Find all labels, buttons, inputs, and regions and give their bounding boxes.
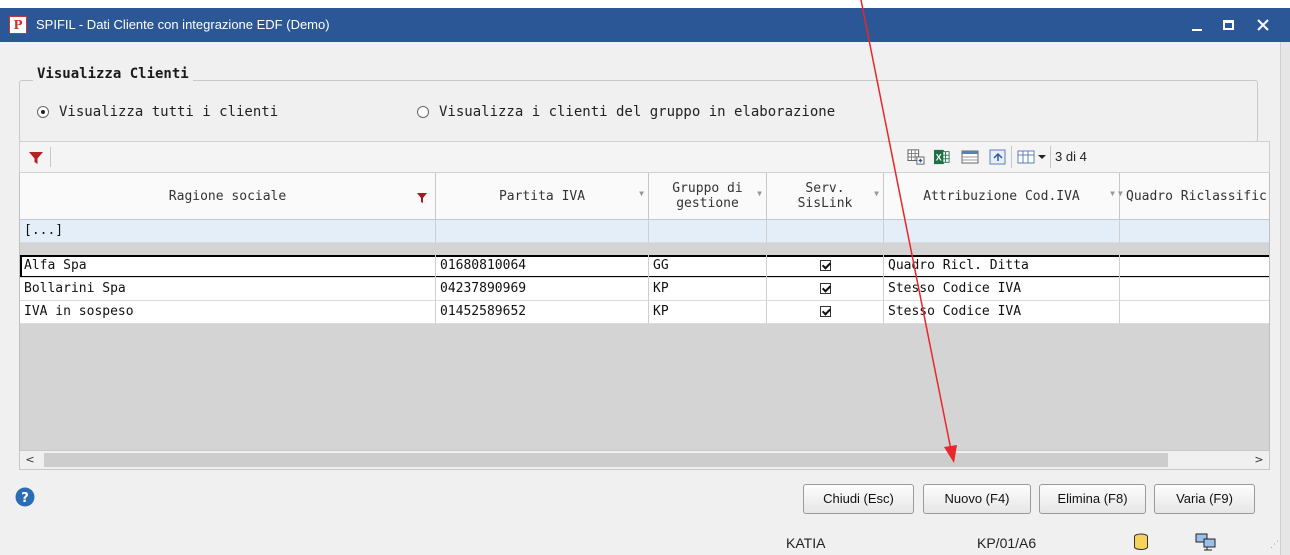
radio-group-clients[interactable]: Visualizza i clienti del gruppo in elabo… xyxy=(417,104,835,120)
cell-gruppo[interactable]: GG xyxy=(649,255,767,278)
excel-icon[interactable]: X xyxy=(933,149,951,165)
cell-ragione-sociale[interactable]: Alfa Spa xyxy=(20,255,436,278)
filter-cell[interactable]: [...] xyxy=(20,220,436,243)
table-view-icon[interactable] xyxy=(961,149,979,165)
clients-grid: Ragione sociale Partita IVA ▼ Gruppo di … xyxy=(19,173,1270,450)
maximize-icon xyxy=(1223,20,1234,30)
cell-sislink[interactable] xyxy=(767,278,884,301)
delete-button[interactable]: Elimina (F8) xyxy=(1039,484,1146,514)
cell-quadro[interactable] xyxy=(1120,255,1269,278)
title-bar: P SPIFIL - Dati Cliente con integrazione… xyxy=(0,8,1290,42)
col-header-serv-sislink[interactable]: Serv. SisLink ▼ xyxy=(767,173,884,220)
status-user: KATIA xyxy=(786,535,826,551)
svg-text:?: ? xyxy=(21,491,29,506)
table-row[interactable]: Bollarini Spa 04237890969 KP Stesso Codi… xyxy=(20,278,1269,301)
radio-all-clients-label: Visualizza tutti i clienti xyxy=(59,104,279,120)
filter-row[interactable]: [...] xyxy=(20,220,1269,243)
status-context: KP/01/A6 xyxy=(977,535,1037,551)
filter-cell[interactable] xyxy=(436,220,649,243)
col-header-ragione-sociale[interactable]: Ragione sociale xyxy=(20,173,436,220)
app-logo-icon: P xyxy=(9,16,27,34)
minimize-button[interactable] xyxy=(1182,12,1212,38)
cell-partita-iva[interactable]: 01680810064 xyxy=(436,255,649,278)
cell-sislink[interactable] xyxy=(767,255,884,278)
cell-partita-iva[interactable]: 04237890969 xyxy=(436,278,649,301)
toolbar-separator-3 xyxy=(1050,146,1051,168)
database-icon xyxy=(1134,533,1148,550)
filter-cell[interactable] xyxy=(649,220,767,243)
col-header-label: Attribuzione Cod.IVA xyxy=(923,188,1080,204)
cell-ragione-sociale[interactable]: Bollarini Spa xyxy=(20,278,436,301)
sislink-checkbox[interactable] xyxy=(819,283,831,294)
col-header-label: Gruppo di gestione xyxy=(672,181,743,211)
cell-partita-iva[interactable]: 01452589652 xyxy=(436,301,649,324)
filter-cell[interactable] xyxy=(884,220,1120,243)
dropdown-icon: ▼ xyxy=(874,189,879,198)
table-row[interactable]: IVA in sospeso 01452589652 KP Stesso Cod… xyxy=(20,301,1269,324)
col-header-label: Partita IVA xyxy=(498,188,586,204)
scroll-left-button[interactable]: < xyxy=(20,451,40,469)
scroll-right-button[interactable]: > xyxy=(1249,451,1269,469)
col-header-label: Ragione sociale xyxy=(168,188,287,204)
edit-button[interactable]: Varia (F9) xyxy=(1154,484,1255,514)
filter-icon[interactable] xyxy=(28,150,44,166)
close-icon xyxy=(1257,19,1269,31)
cell-quadro[interactable] xyxy=(1120,301,1269,324)
cell-sislink[interactable] xyxy=(767,301,884,324)
sislink-checkbox[interactable] xyxy=(819,306,831,317)
window-title: SPIFIL - Dati Cliente con integrazione E… xyxy=(36,17,330,32)
cell-gruppo[interactable]: KP xyxy=(649,301,767,324)
maximize-button[interactable] xyxy=(1214,12,1244,38)
group-title: Visualizza Clienti xyxy=(33,66,193,82)
dropdown-icon: ▼ xyxy=(639,189,644,198)
help-icon[interactable]: ? xyxy=(15,487,35,507)
dropdown-icon: ▼ xyxy=(1118,189,1123,198)
radio-unselected-indicator xyxy=(417,106,429,118)
col-header-quadro[interactable]: ▼ Quadro Riclassific xyxy=(1118,173,1269,220)
filter-cell[interactable] xyxy=(767,220,884,243)
dropdown-icon: ▼ xyxy=(757,189,762,198)
export-grid-icon[interactable] xyxy=(906,149,926,165)
cell-ragione-sociale[interactable]: IVA in sospeso xyxy=(20,301,436,324)
column-chooser-icon[interactable] xyxy=(1017,149,1047,165)
col-header-label: Quadro Riclassific xyxy=(1126,188,1267,204)
horizontal-scrollbar[interactable]: < > xyxy=(19,450,1270,470)
column-filter-active-icon[interactable] xyxy=(417,192,427,204)
col-header-gruppo-gestione[interactable]: Gruppo di gestione ▼ xyxy=(649,173,767,220)
cell-quadro[interactable] xyxy=(1120,278,1269,301)
col-header-label: Serv. SisLink xyxy=(797,181,853,211)
toolbar-separator-2 xyxy=(1011,146,1012,168)
radio-all-clients[interactable]: Visualizza tutti i clienti xyxy=(37,104,278,120)
network-icon xyxy=(1195,533,1216,551)
radio-selected-indicator xyxy=(37,106,49,118)
cell-attribuzione[interactable]: Quadro Ricl. Ditta xyxy=(884,255,1120,278)
cell-attribuzione[interactable]: Stesso Codice IVA xyxy=(884,301,1120,324)
cell-attribuzione[interactable]: Stesso Codice IVA xyxy=(884,278,1120,301)
table-row[interactable]: Alfa Spa 01680810064 GG Quadro Ricl. Dit… xyxy=(20,255,1269,278)
close-window-button[interactable] xyxy=(1248,12,1278,38)
close-button[interactable]: Chiudi (Esc) xyxy=(803,484,914,514)
new-button[interactable]: Nuovo (F4) xyxy=(923,484,1031,514)
scroll-thumb[interactable] xyxy=(44,453,1168,467)
resize-grip-icon[interactable]: ⋰ xyxy=(1270,540,1279,550)
sislink-checkbox[interactable] xyxy=(819,260,831,271)
svg-text:X: X xyxy=(936,153,942,163)
radio-group-clients-label: Visualizza i clienti del gruppo in elabo… xyxy=(439,104,836,120)
refresh-icon[interactable] xyxy=(989,149,1007,165)
cell-gruppo[interactable]: KP xyxy=(649,278,767,301)
col-header-attribuzione[interactable]: Attribuzione Cod.IVA ▼ xyxy=(884,173,1120,220)
dropdown-icon: ▼ xyxy=(1110,189,1115,198)
toolbar-separator xyxy=(50,147,51,167)
minimize-icon xyxy=(1192,29,1202,31)
record-counter: 3 di 4 xyxy=(1055,149,1087,164)
filter-cell[interactable] xyxy=(1120,220,1269,243)
col-header-partita-iva[interactable]: Partita IVA ▼ xyxy=(436,173,649,220)
window-right-scrollbar[interactable] xyxy=(1280,42,1290,555)
